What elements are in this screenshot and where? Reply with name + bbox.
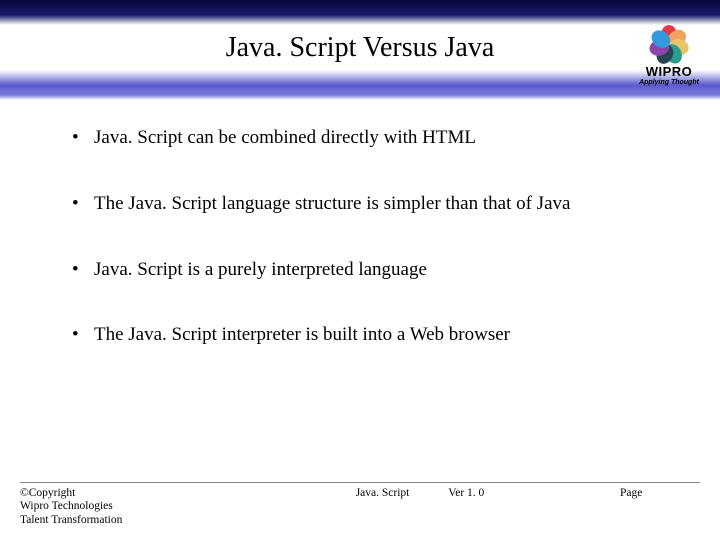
slide-title: Java. Script Versus Java (0, 32, 720, 64)
footer-version: Ver 1. 0 (448, 487, 484, 499)
footer-page-label: Page (620, 487, 700, 528)
logo-brand-text: WIPRO (646, 64, 693, 79)
logo-tagline-text: Applying Thought (639, 79, 699, 86)
footer-copyright-line: ©Copyright (20, 487, 220, 501)
bullet-item: Java. Script is a purely interpreted lan… (68, 258, 658, 282)
bullet-item: Java. Script can be combined directly wi… (68, 126, 658, 150)
footer-copyright-line: Wipro Technologies (20, 500, 220, 514)
wipro-logo: WIPRO Applying Thought (632, 18, 706, 92)
logo-flower-icon (650, 24, 688, 62)
bullet-item: The Java. Script language structure is s… (68, 192, 658, 216)
footer-doc-name: Java. Script (356, 487, 410, 499)
slide-footer: ©Copyright Wipro Technologies Talent Tra… (20, 482, 700, 528)
footer-divider (20, 482, 700, 483)
bullet-list: Java. Script can be combined directly wi… (68, 126, 658, 389)
footer-copyright-line: Talent Transformation (20, 514, 220, 528)
bullet-item: The Java. Script interpreter is built in… (68, 323, 658, 347)
footer-center: Java. Script Ver 1. 0 (220, 487, 620, 528)
footer-copyright: ©Copyright Wipro Technologies Talent Tra… (20, 487, 220, 528)
